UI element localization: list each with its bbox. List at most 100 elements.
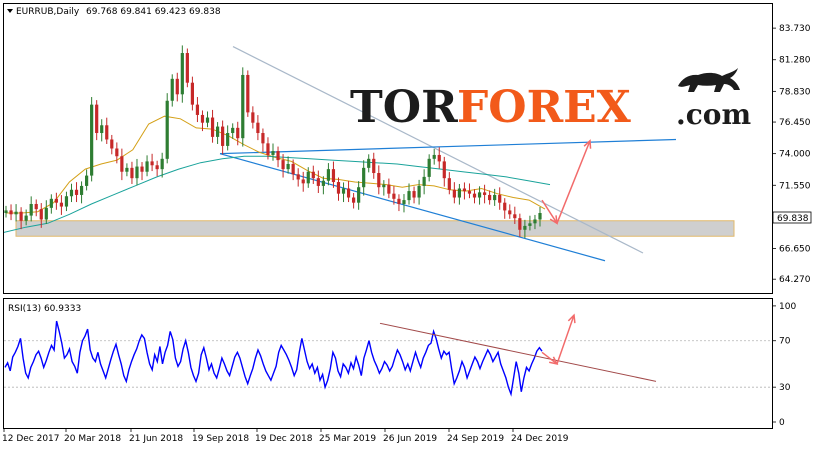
candle-body: [306, 171, 310, 184]
candle-body: [326, 169, 331, 181]
candle-body: [190, 82, 194, 105]
candle-body: [296, 174, 300, 180]
candle-body: [372, 158, 376, 174]
candle-body: [236, 127, 240, 139]
candle-body: [442, 161, 446, 179]
candle-body: [69, 189, 74, 197]
candle-body: [533, 219, 537, 224]
candle-body: [125, 167, 129, 172]
candle-body: [100, 125, 104, 134]
candle-body: [120, 156, 124, 172]
candle-body: [140, 166, 144, 172]
time-tick-label: 19 Sep 2018: [192, 434, 249, 444]
candle-body: [357, 187, 361, 203]
time-axis: 12 Dec 2017 20 Mar 2018 21 Jun 2018 19 Sep …: [2, 428, 569, 444]
candle-body: [387, 184, 391, 194]
candle-body: [503, 202, 507, 211]
candle-body: [74, 189, 79, 195]
candle-body: [105, 125, 109, 140]
candle-body: [19, 211, 23, 221]
candle-body: [14, 211, 18, 215]
candle-body: [412, 191, 416, 198]
candle-body: [417, 185, 421, 198]
candle-body: [437, 154, 441, 162]
ohlc-label: 69.768 69.841 69.423 69.838: [86, 7, 221, 17]
candle-body: [382, 184, 386, 188]
candle-body: [422, 176, 426, 186]
support-zone-group: [15, 220, 735, 237]
candle-body: [457, 188, 461, 198]
candle-body: [135, 166, 139, 179]
price-tick-label: 74.000: [779, 150, 811, 160]
candle-body: [301, 179, 305, 184]
price-tick-label: 76.450: [779, 118, 811, 128]
candle-body: [256, 122, 260, 134]
candle-body: [538, 213, 542, 220]
candle-body: [362, 167, 366, 188]
candle-body: [427, 158, 431, 177]
candle-body: [261, 133, 265, 144]
candle-body: [467, 191, 472, 194]
candle-body: [392, 193, 396, 199]
candle-body: [215, 126, 220, 137]
logo-text-com: .com: [676, 98, 751, 131]
price-tick-label: 78.830: [779, 87, 811, 97]
candle-body: [266, 143, 270, 155]
candle-body: [160, 158, 164, 170]
candle-body: [377, 173, 381, 188]
candle-body: [29, 203, 33, 216]
time-tick-label: 19 Dec 2018: [255, 434, 313, 444]
candle-body: [54, 198, 58, 203]
chart-area: EURRUB,Daily 69.768 69.841 69.423 69.838…: [2, 3, 812, 444]
candle-body: [462, 188, 467, 192]
price-axis: 83.73081.28078.83076.45074.00071.55069.1…: [772, 24, 811, 285]
price-tick-label: 81.280: [779, 56, 811, 66]
candle-body: [246, 74, 250, 113]
candle-body: [311, 171, 315, 179]
candle-body: [281, 160, 285, 170]
candle-body: [472, 193, 477, 198]
candle-body: [523, 225, 527, 230]
rsi-panel: [3, 298, 773, 429]
candle-body: [44, 207, 48, 220]
candle-body: [9, 210, 13, 215]
candle-body: [352, 197, 356, 203]
last-price-marker: 69.838: [772, 211, 812, 224]
time-tick-label: 25 Mar 2019: [319, 434, 376, 444]
support-zone: [15, 220, 735, 237]
rsi-tick-label: 70: [779, 337, 791, 347]
candle-body: [447, 178, 451, 190]
candle-body: [145, 161, 149, 172]
candle-body: [34, 203, 38, 210]
candle-body: [286, 163, 290, 170]
candle-body: [115, 148, 119, 157]
rsi-tick-label: 30: [779, 383, 791, 393]
candle-body: [251, 112, 255, 123]
candle-body: [316, 178, 320, 186]
candle-body: [59, 202, 64, 207]
candle-body: [498, 194, 502, 203]
candle-body: [205, 117, 210, 123]
candle-body: [331, 169, 336, 183]
candle-body: [231, 127, 235, 134]
candle-body: [85, 175, 89, 186]
candle-body: [155, 165, 159, 170]
time-tick-label: 26 Jun 2019: [383, 434, 437, 444]
candle-body: [528, 223, 532, 226]
time-tick-label: 21 Jun 2018: [129, 434, 183, 444]
candle-body: [24, 215, 28, 221]
candle-body: [221, 126, 225, 146]
candle-body: [241, 74, 245, 139]
candle-body: [4, 210, 8, 214]
candle-body: [482, 192, 487, 195]
logo-text-forex: FOREX: [457, 82, 632, 133]
rsi-tick-label: 0: [779, 418, 785, 428]
symbol-label: EURRUB,Daily: [16, 7, 80, 17]
candle-body: [210, 117, 215, 137]
candle-body: [402, 200, 406, 204]
candle-body: [367, 158, 371, 168]
candle-body: [397, 198, 401, 204]
candle-body: [336, 182, 341, 194]
rsi-tick-label: 100: [779, 302, 796, 312]
candle-body: [200, 114, 205, 123]
